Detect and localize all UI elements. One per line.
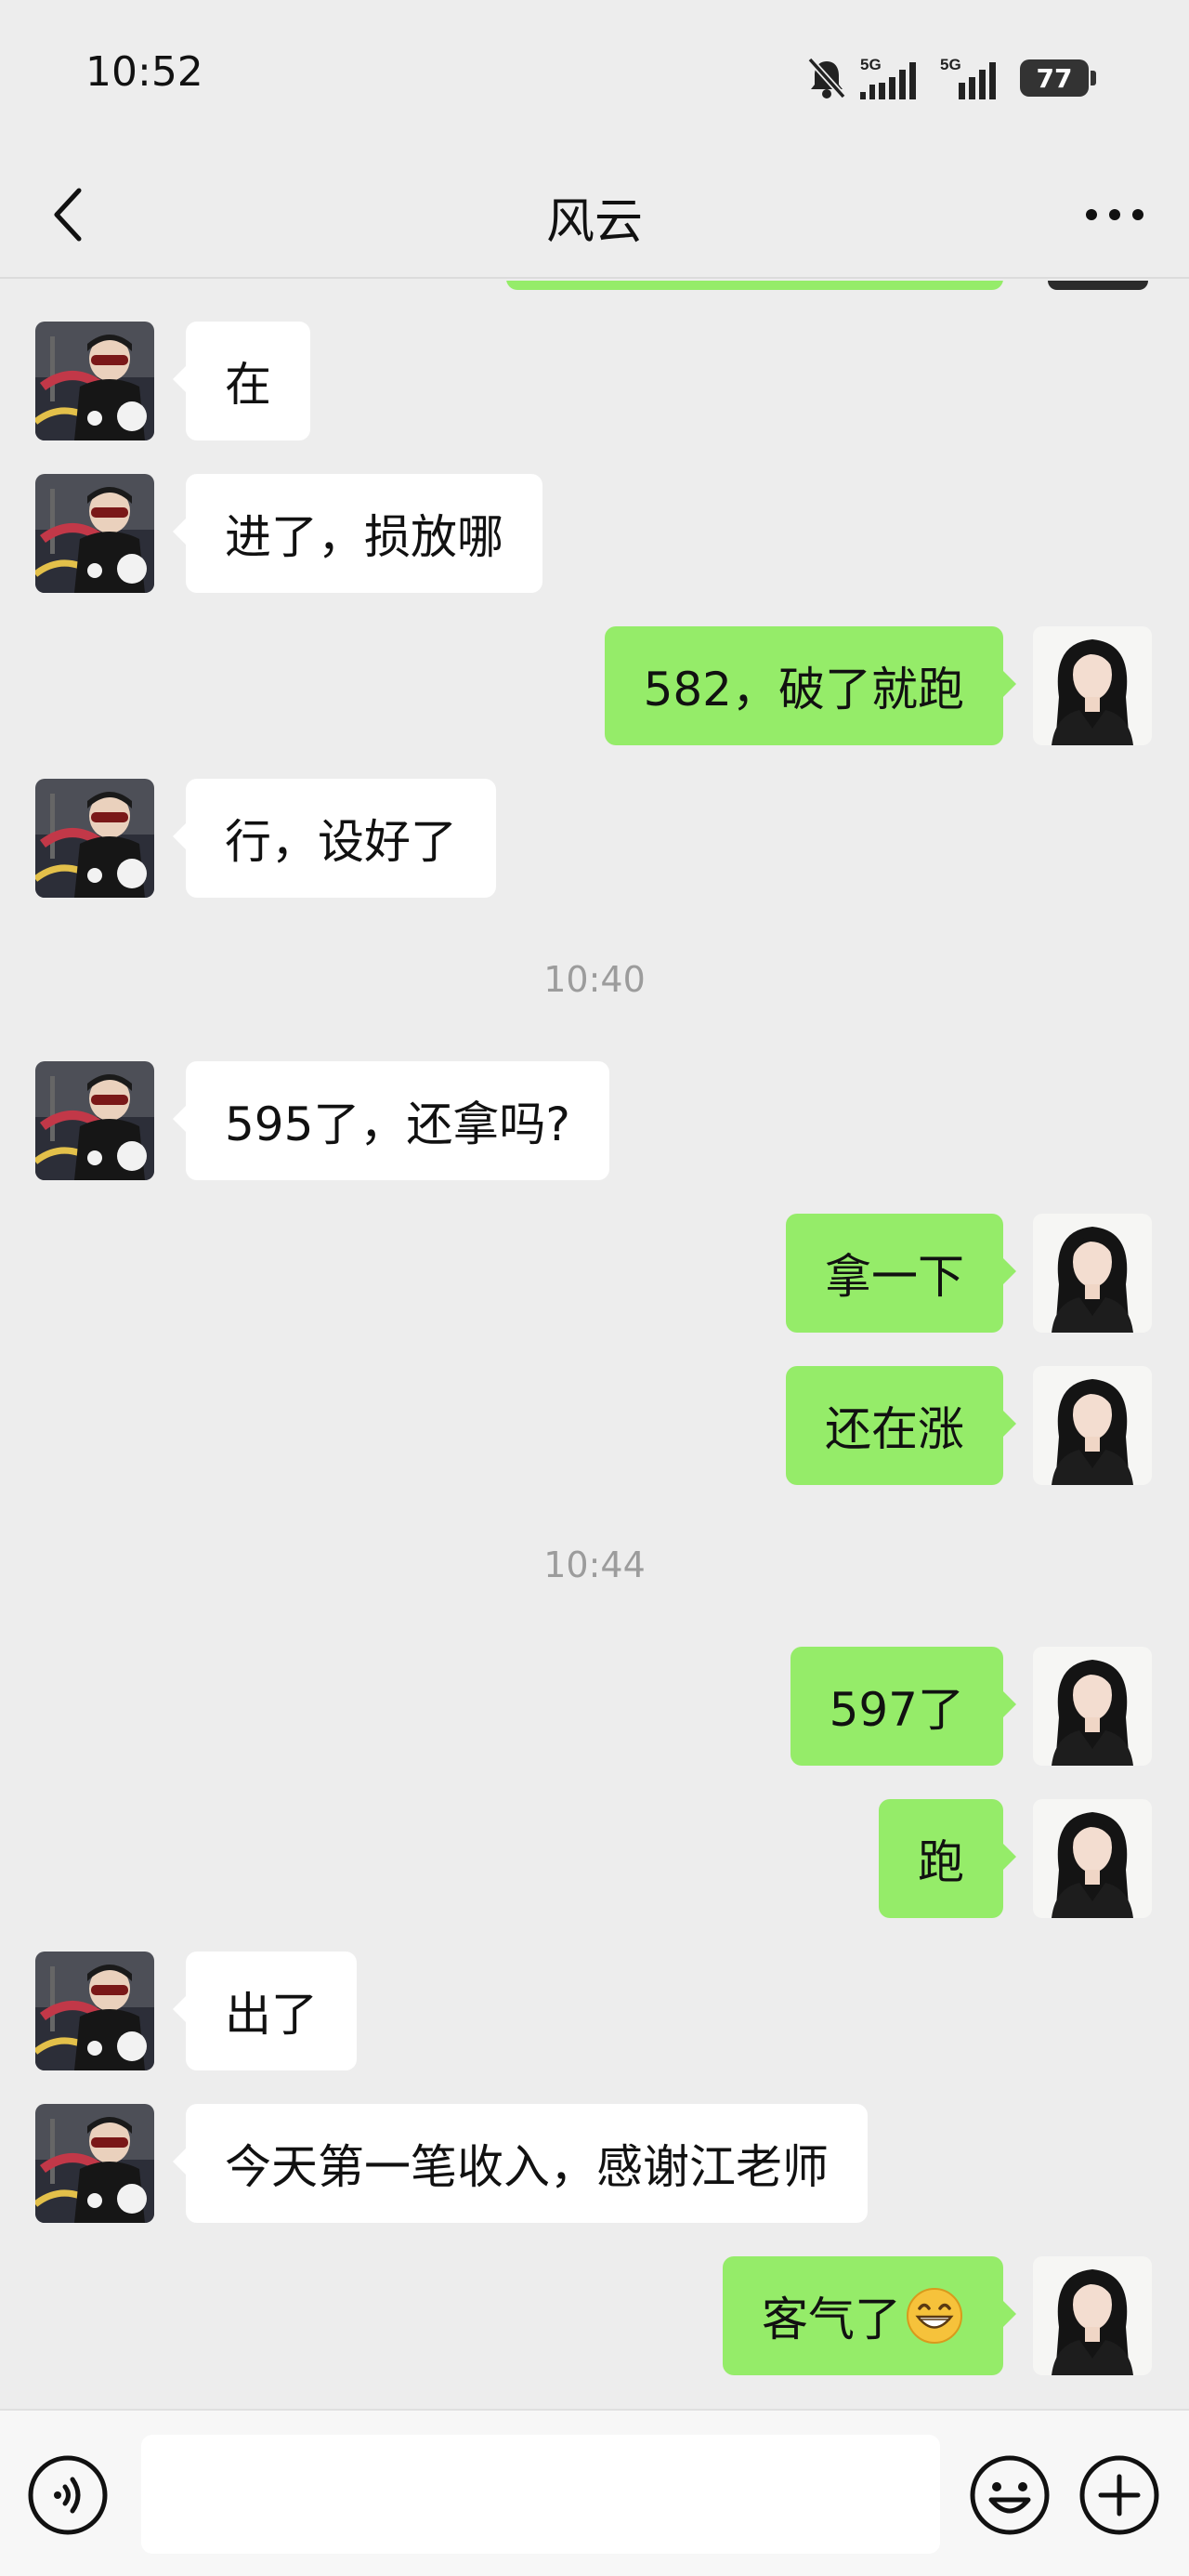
message-bubble[interactable]: 客气了 bbox=[723, 2256, 1016, 2375]
signal-icon: 5G bbox=[940, 56, 996, 99]
contact-avatar[interactable] bbox=[35, 1952, 154, 2070]
mute-bell-icon bbox=[807, 57, 846, 99]
plus-icon bbox=[1079, 2455, 1159, 2535]
contact-avatar[interactable] bbox=[35, 322, 154, 440]
message-row-outgoing: 拿一下 bbox=[0, 1214, 1189, 1333]
signal-icon: 5G bbox=[860, 56, 916, 99]
message-row-outgoing: 还在涨 bbox=[0, 1366, 1189, 1485]
network-1-label: 5G bbox=[860, 56, 882, 73]
status-bar: 10:52 5G 5G 77 bbox=[0, 0, 1189, 149]
contact-avatar[interactable] bbox=[35, 779, 154, 898]
battery-icon: 77 bbox=[1020, 59, 1096, 97]
partial-avatar bbox=[1048, 281, 1148, 290]
nav-bar: 风云 bbox=[0, 149, 1189, 279]
message-row-outgoing: 客气了 bbox=[0, 2256, 1189, 2375]
message-bubble[interactable]: 跑 bbox=[879, 1799, 1016, 1918]
message-bubble[interactable]: 582，破了就跑 bbox=[604, 626, 1017, 745]
chat-timestamp: 10:40 bbox=[543, 959, 646, 1000]
message-row-outgoing: 597了 bbox=[0, 1647, 1189, 1766]
message-bubble[interactable]: 行，设好了 bbox=[173, 779, 496, 898]
input-bar bbox=[0, 2409, 1189, 2576]
message-row-incoming: 出了 bbox=[0, 1952, 1189, 2070]
chat-screen: 10:52 5G 5G 77 风云 在 进了，损放哪 582，破了就跑 行，设好… bbox=[0, 0, 1189, 2576]
my-avatar[interactable] bbox=[1033, 1799, 1152, 1918]
partial-message-bubble bbox=[506, 281, 1003, 290]
more-button[interactable] bbox=[1078, 182, 1152, 247]
my-avatar[interactable] bbox=[1033, 2256, 1152, 2375]
message-bubble[interactable]: 进了，损放哪 bbox=[173, 474, 542, 593]
message-row-incoming: 行，设好了 bbox=[0, 779, 1189, 898]
message-bubble[interactable]: 今天第一笔收入，感谢江老师 bbox=[173, 2104, 868, 2223]
status-icons: 5G 5G 77 bbox=[806, 52, 1096, 104]
message-row-outgoing: 582，破了就跑 bbox=[0, 626, 1189, 745]
voice-icon bbox=[28, 2455, 108, 2535]
message-row-outgoing: 跑 bbox=[0, 1799, 1189, 1918]
message-list[interactable]: 在 进了，损放哪 582，破了就跑 行，设好了 10:40 595了，还拿吗? … bbox=[0, 281, 1189, 2409]
message-bubble[interactable]: 出了 bbox=[173, 1952, 357, 2070]
my-avatar[interactable] bbox=[1033, 1214, 1152, 1333]
voice-button[interactable] bbox=[26, 2453, 110, 2537]
emoji-button[interactable] bbox=[968, 2453, 1052, 2537]
my-avatar[interactable] bbox=[1033, 626, 1152, 745]
contact-avatar[interactable] bbox=[35, 1061, 154, 1180]
chat-title: 风云 bbox=[545, 194, 643, 250]
status-time: 10:52 bbox=[85, 48, 203, 96]
message-bubble[interactable]: 595了，还拿吗? bbox=[173, 1061, 609, 1180]
my-avatar[interactable] bbox=[1033, 1366, 1152, 1485]
more-dots-icon bbox=[1086, 209, 1143, 220]
battery-level: 77 bbox=[1020, 59, 1089, 97]
my-avatar[interactable] bbox=[1033, 1647, 1152, 1766]
network-2-label: 5G bbox=[940, 56, 961, 73]
message-bubble[interactable]: 597了 bbox=[790, 1647, 1017, 1766]
message-row-incoming: 在 bbox=[0, 322, 1189, 440]
message-bubble[interactable]: 还在涨 bbox=[786, 1366, 1016, 1485]
chat-timestamp: 10:44 bbox=[543, 1544, 646, 1585]
contact-avatar[interactable] bbox=[35, 2104, 154, 2223]
message-row-incoming: 595了，还拿吗? bbox=[0, 1061, 1189, 1180]
message-input[interactable] bbox=[141, 2435, 940, 2554]
message-bubble[interactable]: 拿一下 bbox=[786, 1214, 1016, 1333]
message-row-incoming: 今天第一笔收入，感谢江老师 bbox=[0, 2104, 1189, 2223]
message-row-incoming: 进了，损放哪 bbox=[0, 474, 1189, 593]
message-bubble[interactable]: 在 bbox=[173, 322, 310, 440]
message-text: 客气了 bbox=[762, 2293, 901, 2346]
contact-avatar[interactable] bbox=[35, 474, 154, 593]
emoji-icon bbox=[970, 2455, 1050, 2535]
grinning-face-icon bbox=[907, 2288, 962, 2344]
more-actions-button[interactable] bbox=[1078, 2453, 1161, 2537]
